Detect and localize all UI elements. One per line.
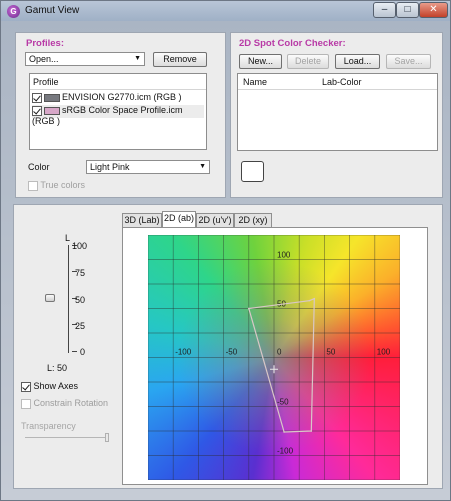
l-tick-label: 100 [72, 241, 88, 251]
l-tick-label: 0 [80, 347, 86, 357]
transparency-label: Transparency [21, 421, 76, 431]
gamut-outline-point [283, 431, 285, 433]
transparency-slider-thumb[interactable] [105, 433, 109, 442]
chevron-down-icon: ▼ [199, 163, 206, 170]
name-column-header: Name [243, 77, 268, 87]
delete-button[interactable]: Delete [287, 54, 329, 69]
gamut-outline-point [313, 297, 316, 300]
spot-checker-panel: 2D Spot Color Checker: New... Delete Loa… [230, 32, 443, 198]
color-dropdown[interactable]: Light Pink ▼ [86, 160, 210, 174]
profile-swatch [44, 93, 60, 102]
gamut-outline-point [248, 307, 250, 310]
remove-button[interactable]: Remove [153, 52, 207, 67]
gamut-outline-series [248, 297, 315, 433]
profile-name: ENVISION G2770.icm (RGB ) [62, 92, 182, 102]
gamut-view-panel: L 100 75 50 25 0 L: 50 Show Axes Constra… [13, 204, 443, 489]
gamut-outline-point [308, 299, 311, 302]
profile-column-header: Profile [33, 77, 59, 87]
constrain-rotation-label: Constrain Rotation [33, 398, 109, 408]
profile-open-value: Open... [29, 54, 59, 64]
tab-content: -100 -50 50 100 100 50 -50 -100 0 [122, 227, 428, 485]
l-slider-thumb[interactable] [45, 294, 55, 302]
profiles-label: Profiles: [26, 38, 65, 49]
lab-color-column-header: Lab-Color [322, 77, 362, 87]
l-value-readout: L: 50 [47, 363, 68, 373]
profile-list-header[interactable]: Profile [30, 74, 206, 90]
l-slider-track[interactable] [68, 245, 69, 353]
color-label: Color [28, 162, 50, 172]
minimize-button[interactable]: – [373, 2, 396, 18]
chevron-down-icon: ▼ [134, 55, 141, 62]
spot-list-header[interactable]: Name Lab-Color [238, 74, 437, 90]
l-tick-label: 75 [75, 268, 86, 278]
color-dropdown-value: Light Pink [90, 162, 130, 172]
true-colors-checkbox[interactable] [28, 180, 38, 191]
true-colors-option[interactable]: True colors [28, 180, 85, 191]
gamut-outline-point [310, 430, 313, 432]
profile-list[interactable]: Profile ENVISION G2770.icm (RGB ) sRGB C… [29, 73, 207, 150]
origin-label: 0 [277, 348, 282, 357]
x-axis-tick-label: -50 [226, 348, 238, 357]
x-axis-tick-label: -100 [175, 348, 192, 357]
spot-color-swatch[interactable] [241, 161, 264, 182]
show-axes-label: Show Axes [33, 381, 79, 391]
spot-checker-label: 2D Spot Color Checker: [239, 38, 346, 49]
app-icon: G [7, 5, 20, 18]
show-axes-option[interactable]: Show Axes [21, 381, 78, 392]
profile-item-envision[interactable]: ENVISION G2770.icm (RGB ) [32, 92, 204, 105]
spot-color-list[interactable]: Name Lab-Color [237, 73, 438, 151]
maximize-button[interactable]: □ [396, 2, 419, 18]
profile-checkbox[interactable] [32, 92, 42, 103]
l-tick [72, 351, 77, 352]
x-axis-tick-label: 50 [326, 348, 335, 357]
tab-2d-ab[interactable]: 2D (ab) [162, 211, 196, 227]
save-button[interactable]: Save... [386, 54, 431, 69]
profile-swatch [44, 106, 60, 115]
title-bar[interactable]: G Gamut View – □ ✕ [1, 1, 450, 21]
y-axis-tick-label: 100 [277, 251, 291, 260]
gamut-view-window: G Gamut View – □ ✕ Profiles: Open... ▼ R… [0, 0, 451, 501]
close-button[interactable]: ✕ [419, 2, 448, 18]
window-title: Gamut View [25, 5, 80, 16]
tab-2d-xy[interactable]: 2D (xy) [234, 213, 272, 227]
x-axis-tick-label: 100 [377, 348, 391, 357]
constrain-rotation-option[interactable]: Constrain Rotation [21, 398, 108, 409]
profiles-panel: Profiles: Open... ▼ Remove Profile ENVIS… [15, 32, 226, 198]
y-axis-tick-label: -100 [277, 447, 294, 456]
load-button[interactable]: Load... [335, 54, 380, 69]
transparency-slider-track[interactable] [25, 437, 109, 438]
profile-open-dropdown[interactable]: Open... ▼ [25, 52, 145, 66]
profile-checkbox[interactable] [32, 105, 42, 116]
tab-2d-uv[interactable]: 2D (u'v') [196, 213, 234, 227]
show-axes-checkbox[interactable] [21, 381, 31, 392]
l-tick-label: 50 [75, 295, 86, 305]
constrain-rotation-checkbox[interactable] [21, 398, 31, 409]
l-axis-label: L [65, 233, 71, 243]
profile-item-srgb[interactable]: sRGB Color Space Profile.icm (RGB ) [32, 105, 204, 126]
tab-3d-lab[interactable]: 3D (Lab) [122, 213, 162, 227]
gamut-chart-svg: -100 -50 50 10010050-50-1000 [148, 235, 400, 480]
true-colors-label: True colors [40, 180, 86, 190]
new-button[interactable]: New... [239, 54, 282, 69]
y-axis-tick-label: -50 [277, 398, 289, 407]
l-tick-label: 25 [75, 321, 86, 331]
gamut-plot[interactable]: -100 -50 50 100 100 50 -50 -100 0 [148, 235, 400, 480]
